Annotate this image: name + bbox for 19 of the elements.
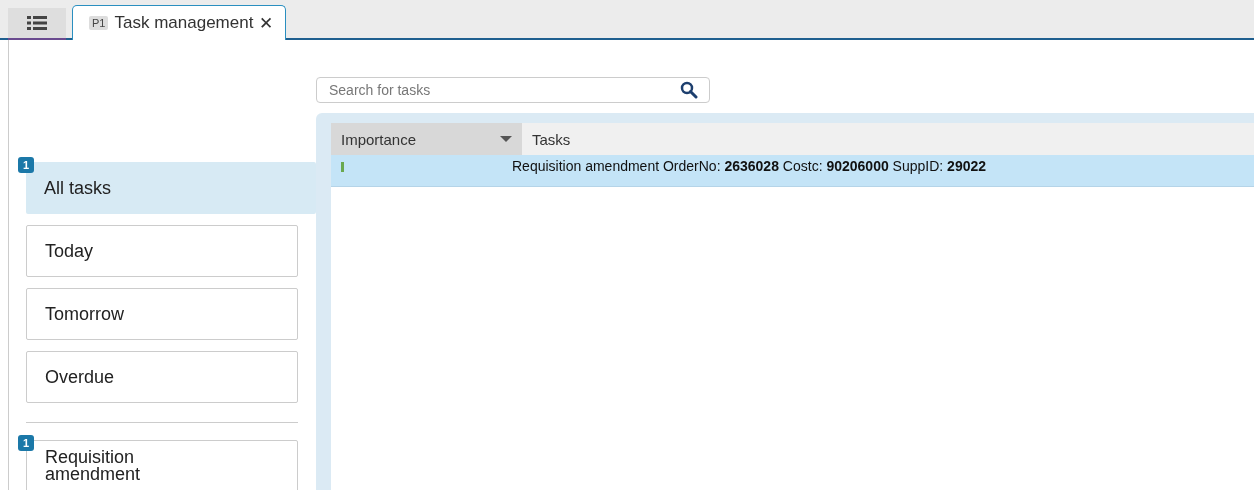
- column-header[interactable]: Tasks: [522, 123, 1254, 155]
- column-header[interactable]: Importance: [331, 123, 522, 155]
- column-label: Tasks: [532, 130, 571, 148]
- page-tab[interactable]: P1 Task management ✕: [72, 5, 287, 40]
- menu-tab[interactable]: [8, 8, 66, 40]
- column-label: Importance: [341, 130, 417, 148]
- search-field[interactable]: Search for tasks: [316, 77, 710, 103]
- count-badge: 1: [18, 157, 35, 173]
- page-badge: P1: [89, 16, 109, 30]
- filter-item[interactable]: Tomorrow: [26, 288, 298, 340]
- search-icon[interactable]: [680, 81, 698, 99]
- tab-label: Task management: [114, 13, 254, 33]
- task-cell-text: Requisition amendment OrderNo: 2636028 Costc: 90206000 SuppID: 29022: [511, 157, 988, 176]
- filter-item[interactable]: Overdue: [26, 351, 298, 403]
- count-badge: 1: [18, 435, 35, 451]
- table-row[interactable]: Requisition amendment OrderNo: 2636028 Costc: 90206000 SuppID: 29022: [331, 155, 1254, 187]
- close-button[interactable]: ✕: [259, 12, 274, 34]
- list-icon: [27, 16, 47, 30]
- filter-item[interactable]: Today: [26, 225, 298, 277]
